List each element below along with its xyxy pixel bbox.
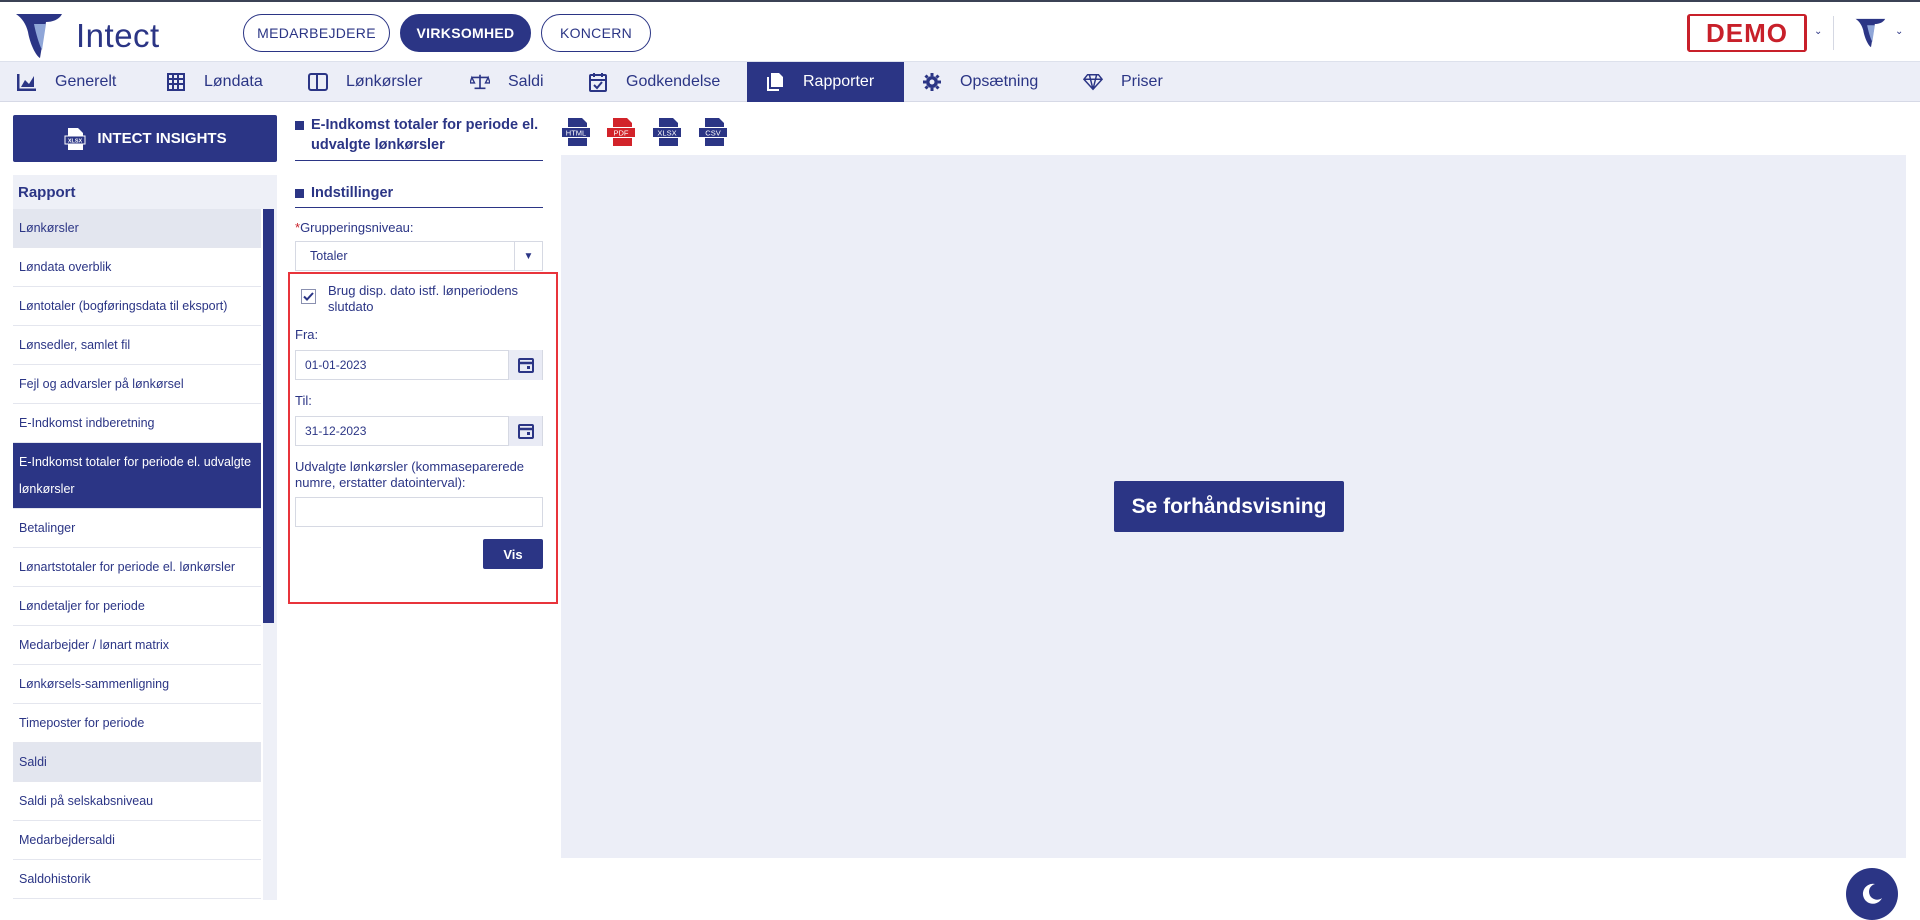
nav-label: Opsætning xyxy=(960,73,1039,90)
nav-label: Saldi xyxy=(508,73,544,90)
pill-medarbejdere[interactable]: MEDARBEJDERE xyxy=(243,14,390,52)
main-nav: Generelt Løndata Lønkørsler Saldi Godken… xyxy=(0,62,1920,102)
demo-label: DEMO xyxy=(1689,14,1805,52)
report-list: Rapport Lønkørsler Løndata overblik Lønt… xyxy=(13,175,277,900)
list-item[interactable]: Lønkørsels-sammenligning xyxy=(13,665,261,704)
calendar-check-icon xyxy=(588,72,608,92)
nav-priser[interactable]: Priser xyxy=(1083,62,1193,102)
report-title-text: E-Indkomst totaler for periode el. udval… xyxy=(311,117,539,153)
list-item[interactable]: Saldohistorik xyxy=(13,860,261,899)
list-item[interactable]: Lønartstotaler for periode el. lønkørsle… xyxy=(13,548,261,587)
demo-badge[interactable]: DEMO xyxy=(1687,14,1807,52)
list-group-lonkorsler: Lønkørsler xyxy=(13,209,261,248)
scale-icon xyxy=(470,72,490,92)
chevron-down-icon[interactable]: ⌄ xyxy=(1895,26,1903,37)
nav-lonkorsler[interactable]: Lønkørsler xyxy=(308,62,453,102)
company-logo-menu[interactable] xyxy=(1853,15,1889,56)
pill-virksomhed[interactable]: VIRKSOMHED xyxy=(400,14,531,52)
logo-text: Intect xyxy=(76,17,160,54)
divider xyxy=(1833,16,1834,50)
nav-label: Rapporter xyxy=(803,73,875,90)
list-item[interactable]: Løntotaler (bogføringsdata til eksport) xyxy=(13,287,261,326)
report-list-header: Rapport xyxy=(13,175,277,209)
settings-title: Indstillinger xyxy=(295,183,543,208)
list-item[interactable]: Medarbejder / lønart matrix xyxy=(13,626,261,665)
list-item[interactable]: Lønsedler, samlet fil xyxy=(13,326,261,365)
intect-insights-label: INTECT INSIGHTS xyxy=(97,130,227,147)
nav-godkendelse[interactable]: Godkendelse xyxy=(588,62,738,102)
grouping-value: Totaler xyxy=(310,249,348,263)
list-item[interactable]: E-Indkomst indberetning xyxy=(13,404,261,443)
list-item[interactable]: Timeposter for periode xyxy=(13,704,261,743)
xlsx-icon-label: XLSX xyxy=(68,138,83,144)
pill-koncern[interactable]: KONCERN xyxy=(541,14,651,52)
nav-opsaetning[interactable]: Opsætning xyxy=(922,62,1062,102)
preview-button[interactable]: Se forhåndsvisning xyxy=(1114,481,1344,532)
caret-down-icon: ▼ xyxy=(514,242,542,270)
list-item[interactable]: Medarbejdersaldi xyxy=(13,821,261,860)
grouping-label-text: Grupperingsniveau: xyxy=(300,220,414,235)
list-item[interactable]: Saldi på selskabsniveau xyxy=(13,782,261,821)
moon-icon xyxy=(1862,883,1882,904)
html-export-label: HTML xyxy=(566,129,586,138)
pdf-export-icon[interactable]: PDF xyxy=(605,117,639,147)
company-logo-icon xyxy=(1855,18,1886,48)
grid-icon xyxy=(166,72,186,92)
list-item-selected[interactable]: E-Indkomst totaler for periode el. udval… xyxy=(13,443,261,509)
xlsx-file-icon: XLSX xyxy=(64,127,86,150)
grouping-select[interactable]: Totaler ▼ xyxy=(295,241,543,271)
nav-saldi[interactable]: Saldi xyxy=(470,62,580,102)
top-bar: Intect MEDARBEJDERE VIRKSOMHED KONCERN D… xyxy=(0,0,1920,62)
highlight-box xyxy=(288,272,558,604)
nav-label: Løndata xyxy=(204,73,263,90)
list-item[interactable]: Løndata overblik xyxy=(13,248,261,287)
nav-rapporter[interactable]: Rapporter xyxy=(747,62,904,102)
report-title: E-Indkomst totaler for periode el. udval… xyxy=(295,115,543,161)
report-list-scroll[interactable]: Lønkørsler Løndata overblik Løntotaler (… xyxy=(13,209,277,900)
list-item[interactable]: Fejl og advarsler på lønkørsel xyxy=(13,365,261,404)
dark-mode-toggle[interactable] xyxy=(1846,868,1898,920)
list-item[interactable]: Løndetaljer for periode xyxy=(13,587,261,626)
nav-label: Priser xyxy=(1121,73,1163,90)
nav-label: Generelt xyxy=(55,73,117,90)
section-marker xyxy=(295,189,304,198)
intect-logo[interactable]: Intect xyxy=(12,8,160,64)
nav-generelt[interactable]: Generelt xyxy=(17,62,157,102)
list-item[interactable]: Betalinger xyxy=(13,509,261,548)
chart-icon xyxy=(17,72,37,92)
nav-label: Lønkørsler xyxy=(346,73,423,90)
pdf-export-label: PDF xyxy=(614,129,629,138)
nav-label: Godkendelse xyxy=(626,73,721,90)
grouping-label: *Grupperingsniveau: xyxy=(295,220,543,235)
xlsx-export-icon[interactable]: XLSX xyxy=(651,117,685,147)
columns-icon xyxy=(308,72,328,92)
xlsx-export-label: XLSX xyxy=(657,129,676,138)
scrollbar-thumb[interactable] xyxy=(263,209,274,623)
html-export-icon[interactable]: HTML xyxy=(560,117,594,147)
settings-title-text: Indstillinger xyxy=(311,185,394,201)
section-marker xyxy=(295,121,304,130)
list-group-saldi: Saldi xyxy=(13,743,261,782)
chevron-down-icon[interactable]: ⌄ xyxy=(1814,26,1822,37)
diamond-icon xyxy=(1083,72,1103,92)
csv-export-label: CSV xyxy=(705,129,720,138)
intect-logo-icon xyxy=(16,14,62,58)
gear-icon xyxy=(922,72,942,92)
csv-export-icon[interactable]: CSV xyxy=(697,117,731,147)
intect-insights-button[interactable]: XLSX INTECT INSIGHTS xyxy=(13,115,277,162)
nav-londata[interactable]: Løndata xyxy=(166,62,296,102)
documents-icon xyxy=(765,72,785,92)
